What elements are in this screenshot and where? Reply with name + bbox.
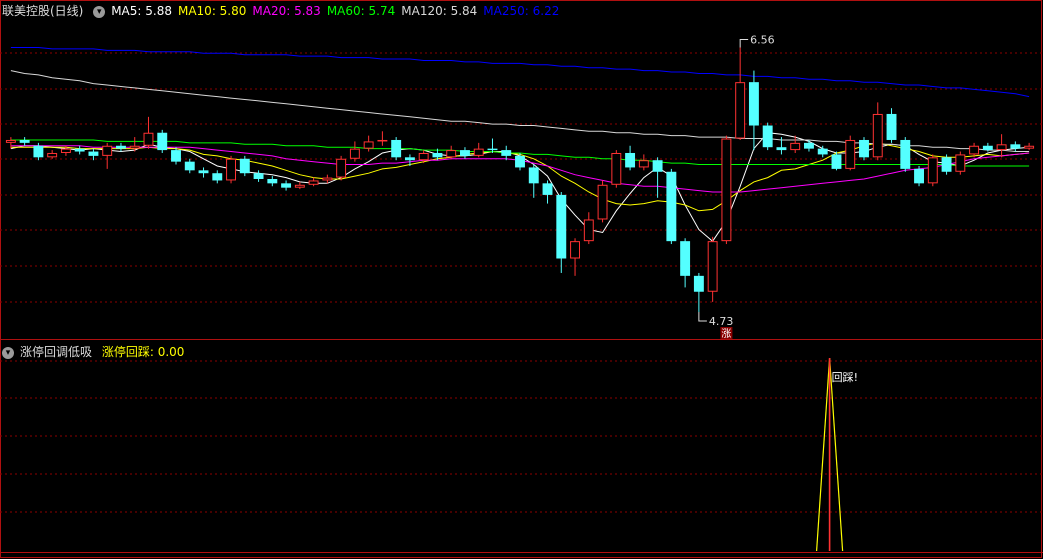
candle-body-28	[391, 139, 402, 158]
candle-body-24	[336, 158, 347, 178]
candle-body-61	[845, 139, 856, 169]
candle-body-47	[652, 160, 663, 172]
candle-body-73	[1010, 144, 1021, 149]
candle-body-44	[611, 152, 622, 185]
candle-body-63	[872, 113, 883, 158]
candle-body-72	[996, 144, 1007, 151]
candle-body-71	[982, 145, 993, 151]
candle-body-7	[102, 145, 113, 156]
candle-body-58	[804, 142, 814, 149]
candle-body-1	[19, 139, 30, 143]
candle-body-2	[33, 145, 44, 158]
candle-body-49	[680, 241, 691, 276]
candle-body-55	[762, 125, 773, 148]
candle-body-10	[143, 132, 154, 146]
candle-body-0	[5, 139, 16, 143]
candle-body-33	[460, 150, 470, 156]
candle-body-39	[542, 183, 553, 195]
signal-spike-left	[816, 357, 831, 552]
candle-body-57	[790, 142, 801, 151]
candle-body-37	[515, 155, 525, 168]
candle-body-31	[432, 152, 443, 158]
signal-label: 回踩!	[832, 371, 858, 384]
candle-body-27	[377, 139, 388, 142]
candle-body-15	[212, 173, 223, 181]
candle-body-65	[900, 139, 911, 169]
candle-body-21	[294, 184, 305, 188]
candle-body-56	[776, 147, 787, 151]
candle-body-19	[267, 179, 278, 184]
candle-body-74	[1024, 145, 1035, 149]
candle-body-53	[735, 82, 746, 139]
candle-body-48	[666, 171, 677, 242]
candle-body-51	[707, 241, 718, 292]
candle-body-26	[363, 141, 374, 149]
candle-body-13	[184, 161, 195, 171]
candle-body-12	[171, 150, 181, 162]
candle-body-11	[157, 132, 168, 151]
candle-body-60	[831, 154, 842, 169]
candle-body-8	[116, 145, 126, 149]
candle-body-18	[253, 173, 264, 179]
candle-body-43	[597, 184, 608, 220]
candle-body-16	[226, 158, 236, 181]
low-price-pointer	[698, 311, 707, 322]
candle-body-46	[638, 160, 649, 168]
candle-body-32	[446, 150, 457, 158]
candle-body-34	[473, 148, 484, 156]
candle-body-67	[927, 157, 938, 184]
candle-body-4	[60, 148, 71, 153]
candle-body-6	[88, 151, 99, 156]
limit-up-badge-label: 涨	[721, 328, 731, 340]
candle-body-69	[955, 154, 966, 172]
kline-chart[interactable]: 6.56 4.73涨回踩!	[0, 0, 1043, 559]
candle-body-14	[198, 170, 209, 174]
candle-body-23	[322, 177, 333, 181]
candle-body-42	[583, 219, 594, 242]
candle-body-30	[418, 152, 429, 161]
candle-body-9	[129, 145, 140, 149]
candle-body-36	[501, 150, 512, 156]
candle-body-59	[817, 148, 828, 155]
candle-body-50	[693, 275, 704, 292]
candle-body-40	[556, 194, 567, 259]
signal-spike-right	[829, 357, 844, 552]
candle-body-17	[239, 158, 250, 174]
candle-body-3	[47, 152, 58, 158]
candle-body-54	[748, 82, 759, 126]
candle-body-38	[528, 167, 539, 184]
candle-body-29	[404, 157, 415, 161]
candle-body-22	[308, 180, 319, 185]
candle-body-62	[859, 139, 869, 158]
candle-body-5	[74, 148, 85, 152]
high-price-pointer	[739, 38, 749, 48]
high-price-label: 6.56	[750, 33, 775, 46]
candle-body-25	[349, 148, 360, 159]
candle-body-68	[941, 157, 952, 172]
candle-body-70	[969, 145, 980, 155]
candle-body-35	[487, 148, 498, 151]
candle-body-66	[914, 168, 924, 184]
candle-body-64	[886, 113, 897, 140]
candle-body-52	[721, 138, 732, 242]
candle-body-20	[281, 183, 292, 188]
low-price-label: 4.73	[709, 315, 734, 328]
candle-body-41	[570, 241, 580, 259]
candle-body-45	[625, 152, 636, 168]
